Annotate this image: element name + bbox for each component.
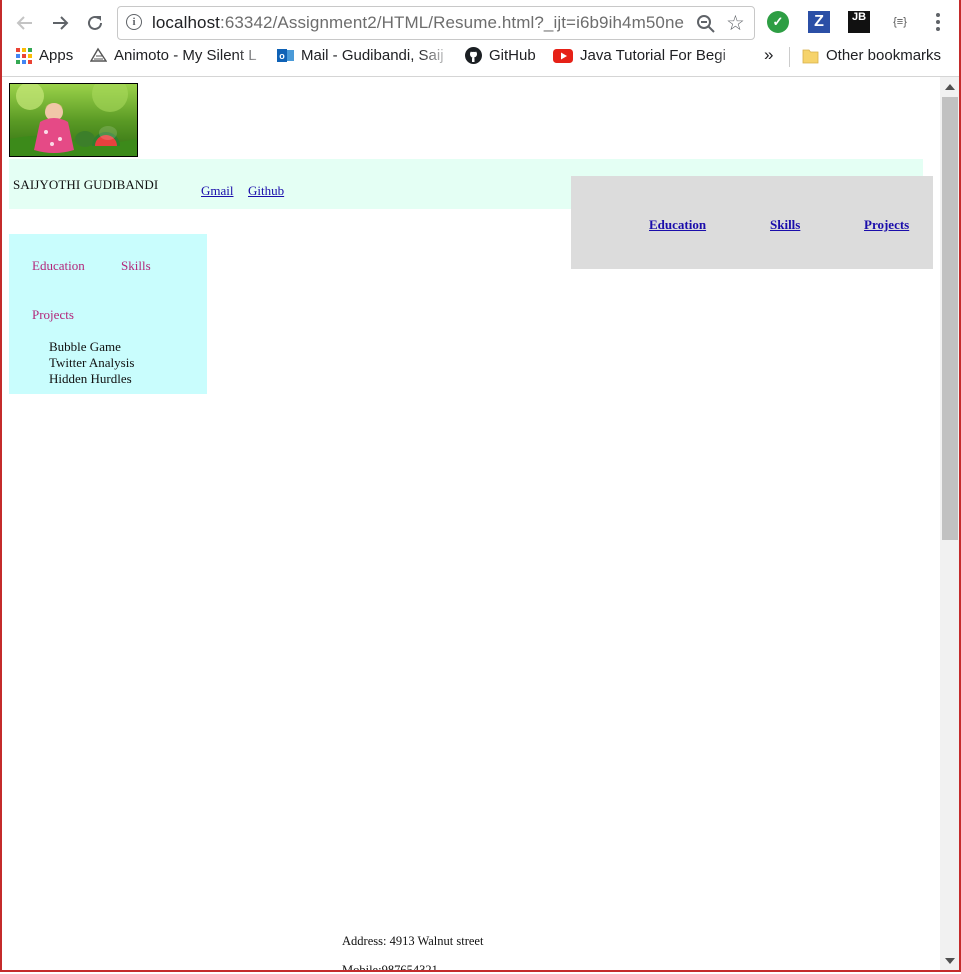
z-extension-label: Z [814, 13, 824, 30]
reload-icon [88, 15, 102, 30]
outlook-icon: o [277, 49, 294, 62]
svg-text:o: o [279, 51, 285, 61]
check-extension-icon[interactable]: ✓ [767, 11, 789, 33]
profile-photo [9, 83, 138, 157]
browser-chrome: i localhost:63342/Assignment2/HTML/Resum… [0, 0, 961, 77]
url-path: :63342/Assignment2/HTML/Resume.html?_ijt… [220, 13, 685, 32]
zoom-out-icon[interactable] [696, 14, 716, 34]
vertical-scrollbar[interactable] [940, 77, 961, 972]
bookmark-other[interactable]: Other bookmarks [802, 47, 941, 64]
bookmark-label: Other bookmarks [826, 47, 942, 64]
bookmarks-overflow-button[interactable]: » [764, 45, 773, 65]
youtube-icon [553, 49, 573, 63]
side-panel: Education Skills Projects Bubble Game Tw… [9, 234, 207, 394]
scrollbar-thumb[interactable] [942, 97, 958, 540]
address-text: Address: 4913 Walnut street [342, 934, 484, 948]
bookmark-label: Java Tutorial For Begi [580, 47, 726, 64]
top-nav-education-link[interactable]: Education [649, 217, 706, 233]
bookmark-label: GitHub [489, 47, 536, 64]
url-text[interactable]: localhost:63342/Assignment2/HTML/Resume.… [152, 13, 687, 33]
gmail-link[interactable]: Gmail [201, 183, 234, 199]
side-nav-projects[interactable]: Projects [32, 307, 74, 323]
overflow-chevron-icon: » [764, 45, 774, 64]
github-icon [465, 47, 482, 64]
apps-grid-icon [16, 47, 32, 64]
project-item: Hidden Hurdles [49, 371, 132, 386]
mobile-text: Mobile:987654321 [342, 963, 438, 972]
resume-name: SAIJYOTHI GUDIBANDI [13, 177, 159, 192]
bookmark-animoto[interactable]: Animoto - My Silent L [90, 47, 270, 69]
github-link[interactable]: Github [248, 183, 284, 199]
top-nav-skills-link[interactable]: Skills [770, 217, 800, 233]
json-extension-label: {≡} [893, 16, 907, 28]
top-nav: Education Skills Projects [571, 176, 933, 269]
address-bar[interactable]: i localhost:63342/Assignment2/HTML/Resum… [117, 6, 755, 40]
animoto-icon [90, 47, 107, 62]
arrow-left-icon [16, 16, 32, 30]
top-nav-projects-link[interactable]: Projects [864, 217, 909, 233]
page-content: SAIJYOTHI GUDIBANDI Gmail Github Educati… [0, 77, 940, 972]
scroll-up-arrow-icon[interactable] [945, 84, 955, 90]
bookmark-mail[interactable]: o Mail - Gudibandi, Saij [277, 47, 453, 69]
z-extension-icon[interactable]: Z [808, 11, 830, 33]
star-icon[interactable]: ☆ [726, 11, 745, 36]
bookmarks-bar: Apps Animoto - My Silent L o Mail - Gudi… [0, 44, 961, 70]
json-viewer-extension-icon[interactable]: {≡} [887, 11, 913, 33]
profile-photo-image [10, 84, 137, 156]
jetbrains-extension-icon[interactable]: JB [848, 11, 870, 33]
reload-button[interactable] [80, 8, 110, 38]
project-item: Twitter Analysis [49, 355, 135, 370]
side-nav-education[interactable]: Education [32, 258, 85, 274]
jb-extension-label: JB [851, 11, 867, 23]
browser-menu-icon[interactable] [930, 8, 946, 36]
scroll-down-arrow-icon[interactable] [945, 958, 955, 964]
bookmark-label: Apps [39, 47, 74, 64]
bookmark-apps[interactable]: Apps [16, 47, 73, 64]
bookmarks-divider [789, 47, 790, 67]
arrow-right-icon [53, 16, 69, 30]
bookmark-java-tutorial[interactable]: Java Tutorial For Begi [553, 47, 749, 69]
project-item: Bubble Game [49, 339, 121, 354]
url-host: localhost [152, 13, 220, 32]
bookmark-github[interactable]: GitHub [465, 47, 536, 64]
forward-button[interactable] [45, 8, 75, 38]
info-icon[interactable]: i [126, 14, 142, 30]
side-nav-skills[interactable]: Skills [121, 258, 151, 274]
back-button[interactable] [10, 8, 40, 38]
folder-icon [802, 49, 819, 64]
